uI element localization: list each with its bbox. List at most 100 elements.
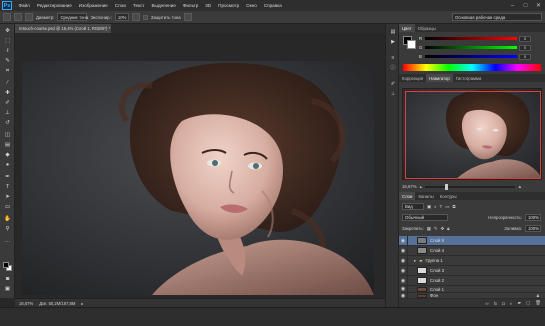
link-layers-icon[interactable]: ∞ xyxy=(485,301,488,306)
properties-panel-icon[interactable]: ≡ xyxy=(389,54,397,61)
menu-type[interactable]: Текст xyxy=(129,3,148,8)
foreground-color-swatch[interactable] xyxy=(3,262,9,268)
layer-name[interactable]: Слой 5 xyxy=(430,238,444,243)
adjustment-layer-icon[interactable]: ◐ xyxy=(510,301,513,306)
eraser-tool-icon[interactable]: ◫ xyxy=(3,132,12,139)
tab-adjustments[interactable]: Коррекция xyxy=(399,74,426,82)
layer-row[interactable]: ◉ Слой 3 xyxy=(399,265,545,276)
tab-paths[interactable]: Контуры xyxy=(437,192,460,200)
quick-select-tool-icon[interactable]: ✎ xyxy=(3,58,12,65)
filter-type-icon[interactable]: T xyxy=(440,204,443,209)
menu-filter[interactable]: Фильтр xyxy=(179,3,201,8)
portrait-photo[interactable] xyxy=(22,61,374,295)
red-value[interactable]: 0 xyxy=(519,35,531,42)
rectangle-tool-icon[interactable]: ▭ xyxy=(3,204,12,211)
layer-style-icon[interactable]: fx xyxy=(494,301,498,306)
info-panel-icon[interactable]: ⓘ xyxy=(389,64,397,71)
hand-tool-icon[interactable]: ✋ xyxy=(3,216,12,223)
layer-row[interactable]: ◉ Слой 4 xyxy=(399,245,545,256)
zoom-tool-icon[interactable]: ⚲ xyxy=(3,226,12,233)
zoom-slider-thumb[interactable] xyxy=(444,183,448,190)
dodge-tool-icon[interactable]: ● xyxy=(3,162,12,169)
screen-mode-icon[interactable]: ▣ xyxy=(3,286,12,293)
tab-navigator[interactable]: Навигатор xyxy=(426,74,453,82)
document-tab[interactable]: retouch-course.psd @ 16,4% (Слой 1, RGB/… xyxy=(15,24,111,33)
workspace-select[interactable]: Основная рабочая среда xyxy=(452,13,542,21)
menu-window[interactable]: Окно xyxy=(243,3,261,8)
blue-value[interactable]: 0 xyxy=(519,53,531,60)
layer-name[interactable]: Фон xyxy=(430,293,438,298)
visibility-eye-icon[interactable]: ◉ xyxy=(399,275,408,286)
filter-pixel-icon[interactable]: ▣ xyxy=(427,204,431,210)
menu-help[interactable]: Справка xyxy=(260,3,285,8)
brush-preset-icon[interactable] xyxy=(14,13,22,21)
status-menu-arrow-icon[interactable]: ▸ xyxy=(81,301,83,306)
visibility-eye-icon[interactable]: ◉ xyxy=(399,292,408,299)
blend-mode-select[interactable]: Обычный xyxy=(402,214,448,221)
tab-swatches[interactable]: Образцы xyxy=(415,24,439,32)
zoom-in-icon[interactable]: ▲ xyxy=(518,184,522,189)
visibility-eye-icon[interactable]: ◉ xyxy=(399,255,408,266)
menu-select[interactable]: Выделение xyxy=(148,3,179,8)
photoshop-logo[interactable]: Ps xyxy=(2,1,12,10)
menu-image[interactable]: Изображение xyxy=(75,3,111,8)
minimize-button[interactable]: – xyxy=(506,0,519,11)
lasso-tool-icon[interactable]: ℓ xyxy=(3,48,12,55)
menu-view[interactable]: Просмотр xyxy=(215,3,243,8)
tab-layers[interactable]: Слои xyxy=(399,192,416,200)
lock-all-icon[interactable]: 🔒︎ xyxy=(447,226,449,231)
navigator-thumbnail[interactable] xyxy=(402,88,542,180)
zoom-out-icon[interactable]: ▴ xyxy=(420,184,422,190)
visibility-eye-icon[interactable]: ◉ xyxy=(399,235,408,246)
layer-name[interactable]: Слой 1 xyxy=(430,287,444,292)
layer-name[interactable]: Слой 4 xyxy=(430,248,444,253)
type-tool-icon[interactable]: T xyxy=(3,184,12,191)
new-group-icon[interactable]: ▰ xyxy=(518,300,521,306)
layer-name[interactable]: Группа 1 xyxy=(425,258,442,263)
fill-field[interactable]: 100% xyxy=(525,225,541,232)
tab-channels[interactable]: Каналы xyxy=(415,192,436,200)
close-button[interactable]: ✕ xyxy=(532,0,545,11)
new-layer-icon[interactable]: ▢ xyxy=(526,300,530,306)
layer-name[interactable]: Слой 3 xyxy=(430,268,444,273)
move-tool-icon[interactable]: ✥ xyxy=(3,28,12,35)
lock-pixels-icon[interactable]: ✎ xyxy=(434,226,438,232)
protect-tones-checkbox[interactable] xyxy=(142,14,148,20)
visibility-eye-icon[interactable]: ◉ xyxy=(399,265,408,276)
layer-row[interactable]: ◉ Слой 1 xyxy=(399,285,545,293)
add-mask-icon[interactable]: ◘ xyxy=(502,301,505,306)
kind-filter-select[interactable]: Вид xyxy=(402,203,424,210)
lock-transparent-icon[interactable]: ▦ xyxy=(427,226,431,232)
menu-edit[interactable]: Редактирование xyxy=(33,3,75,8)
blue-track[interactable] xyxy=(425,55,517,58)
menu-3d[interactable]: 3D xyxy=(202,3,215,8)
airbrush-icon[interactable] xyxy=(131,13,140,21)
layer-row[interactable]: ◉ Слой 2 xyxy=(399,275,545,286)
background-color-preview[interactable] xyxy=(407,40,416,49)
marquee-tool-icon[interactable]: ⬚ xyxy=(3,38,12,45)
healing-tool-icon[interactable]: ✚ xyxy=(3,90,12,97)
actions-panel-icon[interactable]: ▶ xyxy=(389,38,397,45)
navigator-zoom-slider[interactable] xyxy=(424,183,515,190)
filter-smart-icon[interactable]: ⧉ xyxy=(452,204,455,209)
eyedropper-tool-icon[interactable]: ⁄ xyxy=(3,80,12,87)
path-select-tool-icon[interactable]: ➤ xyxy=(3,194,12,201)
delete-layer-icon[interactable]: 🗑︎ xyxy=(535,300,541,306)
menu-layers[interactable]: Слои xyxy=(111,3,129,8)
more-tools-icon[interactable]: … xyxy=(3,238,12,245)
green-track[interactable] xyxy=(425,46,517,49)
visibility-eye-icon[interactable]: ◉ xyxy=(399,285,408,293)
clone-stamp-tool-icon[interactable]: ⊥ xyxy=(3,110,12,117)
history-panel-icon[interactable]: ▤ xyxy=(389,28,397,35)
crop-tool-icon[interactable]: ⌗ xyxy=(3,68,12,75)
brush-panel-icon[interactable]: ✐ xyxy=(389,80,397,87)
red-track[interactable] xyxy=(425,37,517,40)
green-slider[interactable]: G 0 xyxy=(419,44,539,51)
filter-adjust-icon[interactable]: ◐ xyxy=(434,204,437,209)
quick-mask-icon[interactable]: ◙ xyxy=(3,276,12,283)
maximize-button[interactable]: □ xyxy=(519,0,532,11)
brush-tool-icon[interactable]: ✐ xyxy=(3,100,12,107)
pressure-icon[interactable] xyxy=(183,13,192,21)
exposure-field[interactable]: 10% xyxy=(114,13,129,21)
color-spectrum[interactable] xyxy=(403,64,541,71)
